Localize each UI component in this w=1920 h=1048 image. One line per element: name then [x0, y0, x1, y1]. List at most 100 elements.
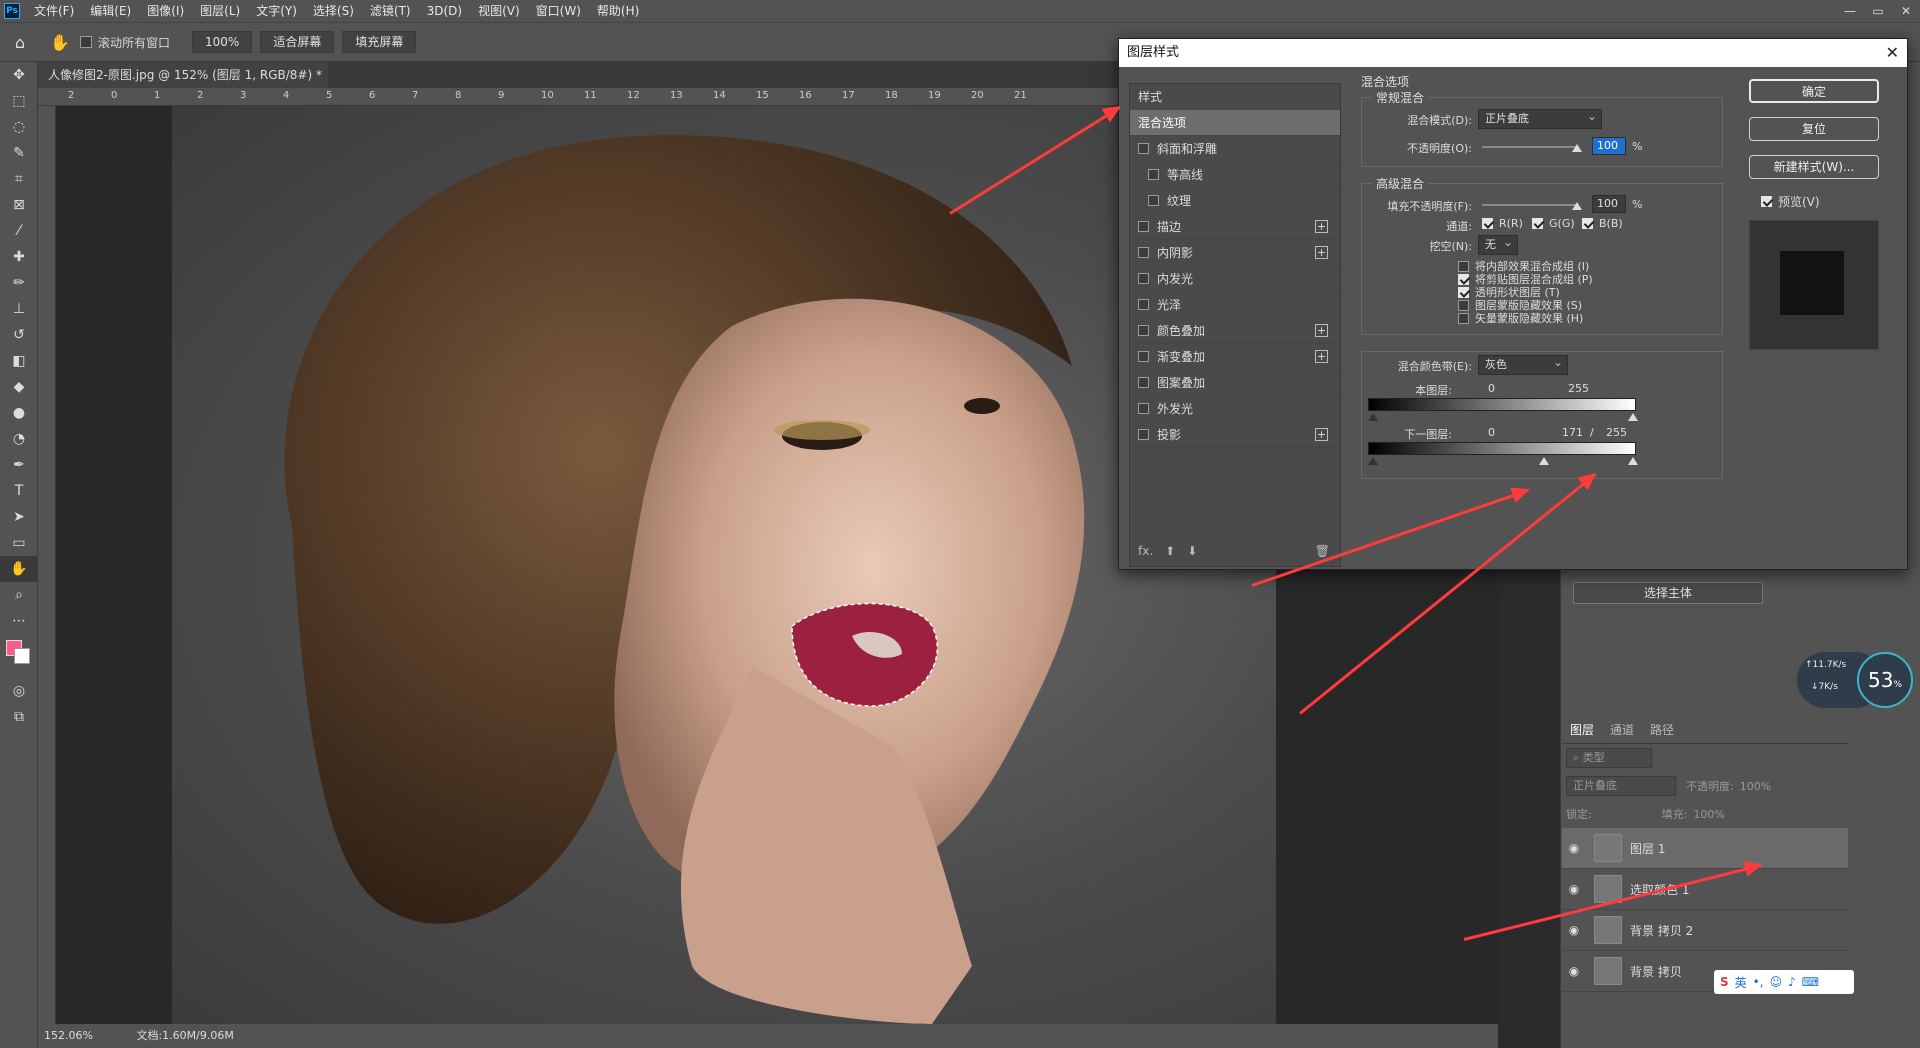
color-swatches[interactable]	[0, 634, 37, 678]
style-item-checkbox[interactable]	[1138, 351, 1149, 362]
channel-checkbox[interactable]	[1482, 218, 1493, 229]
menu-item[interactable]: 图层(L)	[192, 0, 248, 22]
fill-screen-button[interactable]: 填充屏幕	[342, 31, 417, 53]
style-item[interactable]: 内阴影 +	[1130, 240, 1340, 266]
stamp-tool-icon[interactable]: ⊥	[0, 296, 38, 322]
document-tab[interactable]: 人像修图2-原图.jpg @ 152% (图层 1, RGB/8#) * ×	[38, 62, 328, 108]
advanced-option-checkbox[interactable]	[1458, 299, 1469, 311]
scroll-all-windows-option[interactable]: 滚动所有窗口	[80, 34, 170, 51]
visibility-eye-icon[interactable]: ◉	[1562, 841, 1586, 855]
visibility-eye-icon[interactable]: ◉	[1562, 964, 1586, 978]
blend-mode-select[interactable]: 正片叠底	[1478, 107, 1602, 129]
close-window-button[interactable]: ✕	[1892, 0, 1920, 22]
advanced-option-checkbox[interactable]	[1458, 260, 1469, 272]
scroll-all-checkbox[interactable]	[80, 36, 92, 48]
layer-filter-select[interactable]: ⌕ 类型	[1566, 748, 1652, 768]
path-select-icon[interactable]: ➤	[0, 504, 38, 530]
channel-checkbox[interactable]	[1582, 218, 1593, 229]
advanced-option-checkbox[interactable]	[1458, 312, 1469, 324]
underlying-black-thumb[interactable]	[1368, 457, 1378, 465]
ime-punct-icon[interactable]: •,	[1753, 975, 1764, 989]
menu-item[interactable]: 文件(F)	[26, 0, 82, 22]
fx-icon[interactable]: fx.	[1138, 544, 1153, 558]
menu-item[interactable]: 图像(I)	[139, 0, 192, 22]
layer-row[interactable]: ◉ 图层 1	[1562, 828, 1848, 869]
move-tool-icon[interactable]: ✥	[0, 62, 38, 88]
style-item-checkbox[interactable]	[1148, 169, 1159, 180]
zoom-100-button[interactable]: 100%	[192, 31, 253, 53]
style-item-checkbox[interactable]	[1138, 273, 1149, 284]
opacity-input[interactable]: 100	[1592, 137, 1626, 155]
style-item[interactable]: 投影 +	[1130, 422, 1340, 448]
advanced-option[interactable]: 矢量蒙版隐藏效果 (H)	[1458, 310, 1583, 326]
add-style-instance-icon[interactable]: +	[1315, 220, 1328, 233]
style-item-checkbox[interactable]	[1138, 429, 1149, 440]
menu-item[interactable]: 滤镜(T)	[362, 0, 419, 22]
channel-option[interactable]: R(R)	[1482, 217, 1523, 230]
fill-value[interactable]: 100%	[1693, 808, 1724, 821]
quick-select-tool-icon[interactable]: ✎	[0, 140, 38, 166]
dodge-tool-icon[interactable]: ◔	[0, 426, 38, 452]
lasso-tool-icon[interactable]: ◌	[0, 114, 38, 140]
style-item[interactable]: 等高线	[1130, 162, 1340, 188]
style-item-checkbox[interactable]	[1148, 195, 1159, 206]
blur-tool-icon[interactable]: ●	[0, 400, 38, 426]
channel-checkbox[interactable]	[1532, 218, 1543, 229]
paint-bucket-icon[interactable]: ◆	[0, 374, 38, 400]
menu-item[interactable]: 选择(S)	[305, 0, 362, 22]
style-item[interactable]: 图案叠加	[1130, 370, 1340, 396]
screen-mode-icon[interactable]: ⧉	[0, 704, 38, 730]
tab-layers[interactable]: 图层	[1562, 717, 1603, 743]
trash-icon[interactable]: 🗑	[1315, 544, 1330, 558]
opacity-slider[interactable]	[1482, 146, 1578, 148]
pen-tool-icon[interactable]: ✒	[0, 452, 38, 478]
eraser-tool-icon[interactable]: ◧	[0, 348, 38, 374]
opacity-slider-thumb[interactable]	[1572, 144, 1582, 152]
restore-button[interactable]: ▭	[1864, 0, 1892, 22]
visibility-eye-icon[interactable]: ◉	[1562, 882, 1586, 896]
style-item-checkbox[interactable]	[1138, 221, 1149, 232]
style-item[interactable]: 混合选项	[1130, 110, 1340, 136]
style-item[interactable]: 纹理	[1130, 188, 1340, 214]
menu-item[interactable]: 窗口(W)	[528, 0, 589, 22]
select-subject-button[interactable]: 选择主体	[1573, 582, 1763, 604]
tab-paths[interactable]: 路径	[1642, 717, 1682, 743]
ime-toolbar[interactable]: S 英 •, ☺ ♪ ⌨	[1714, 970, 1854, 994]
knockout-select[interactable]: 无	[1478, 233, 1518, 255]
preview-option[interactable]: 预览(V)	[1761, 193, 1899, 210]
menu-item[interactable]: 帮助(H)	[589, 0, 647, 22]
crop-tool-icon[interactable]: ⌗	[0, 166, 38, 192]
move-up-icon[interactable]: ⬆	[1165, 544, 1175, 558]
layer-opacity-value[interactable]: 100%	[1740, 780, 1771, 793]
history-brush-icon[interactable]: ↺	[0, 322, 38, 348]
reset-button[interactable]: 复位	[1749, 117, 1879, 141]
blend-if-select[interactable]: 灰色	[1478, 353, 1568, 375]
this-layer-white-thumb[interactable]	[1628, 413, 1638, 421]
visibility-eye-icon[interactable]: ◉	[1562, 923, 1586, 937]
menu-item[interactable]: 文字(Y)	[248, 0, 305, 22]
style-item-checkbox[interactable]	[1138, 143, 1149, 154]
quick-mask-icon[interactable]: ◎	[0, 678, 38, 704]
more-tools-icon[interactable]: ⋯	[0, 608, 38, 634]
underlying-split-thumb-left[interactable]	[1539, 457, 1549, 465]
add-style-instance-icon[interactable]: +	[1315, 350, 1328, 363]
dialog-close-icon[interactable]: ✕	[1886, 39, 1899, 67]
move-down-icon[interactable]: ⬇	[1187, 544, 1197, 558]
home-icon[interactable]: ⌂	[0, 33, 40, 52]
style-item[interactable]: 渐变叠加 +	[1130, 344, 1340, 370]
style-item[interactable]: 光泽	[1130, 292, 1340, 318]
zoom-tool-icon[interactable]: ⌕	[0, 582, 38, 608]
brush-tool-icon[interactable]: ✏	[0, 270, 38, 296]
healing-tool-icon[interactable]: ✚	[0, 244, 38, 270]
new-style-button[interactable]: 新建样式(W)...	[1749, 155, 1879, 179]
hand-tool-icon[interactable]: ✋	[40, 33, 80, 52]
style-item[interactable]: 描边 +	[1130, 214, 1340, 240]
ime-emoji-icon[interactable]: ☺	[1770, 975, 1783, 989]
style-item-checkbox[interactable]	[1138, 247, 1149, 258]
ime-mode-label[interactable]: 英	[1735, 974, 1747, 991]
hand-tool-icon-active[interactable]: ✋	[0, 556, 38, 582]
eyedropper-tool-icon[interactable]: ⁄	[0, 218, 38, 244]
this-layer-black-thumb[interactable]	[1368, 413, 1378, 421]
style-item[interactable]: 内发光	[1130, 266, 1340, 292]
minimize-button[interactable]: —	[1836, 0, 1864, 22]
